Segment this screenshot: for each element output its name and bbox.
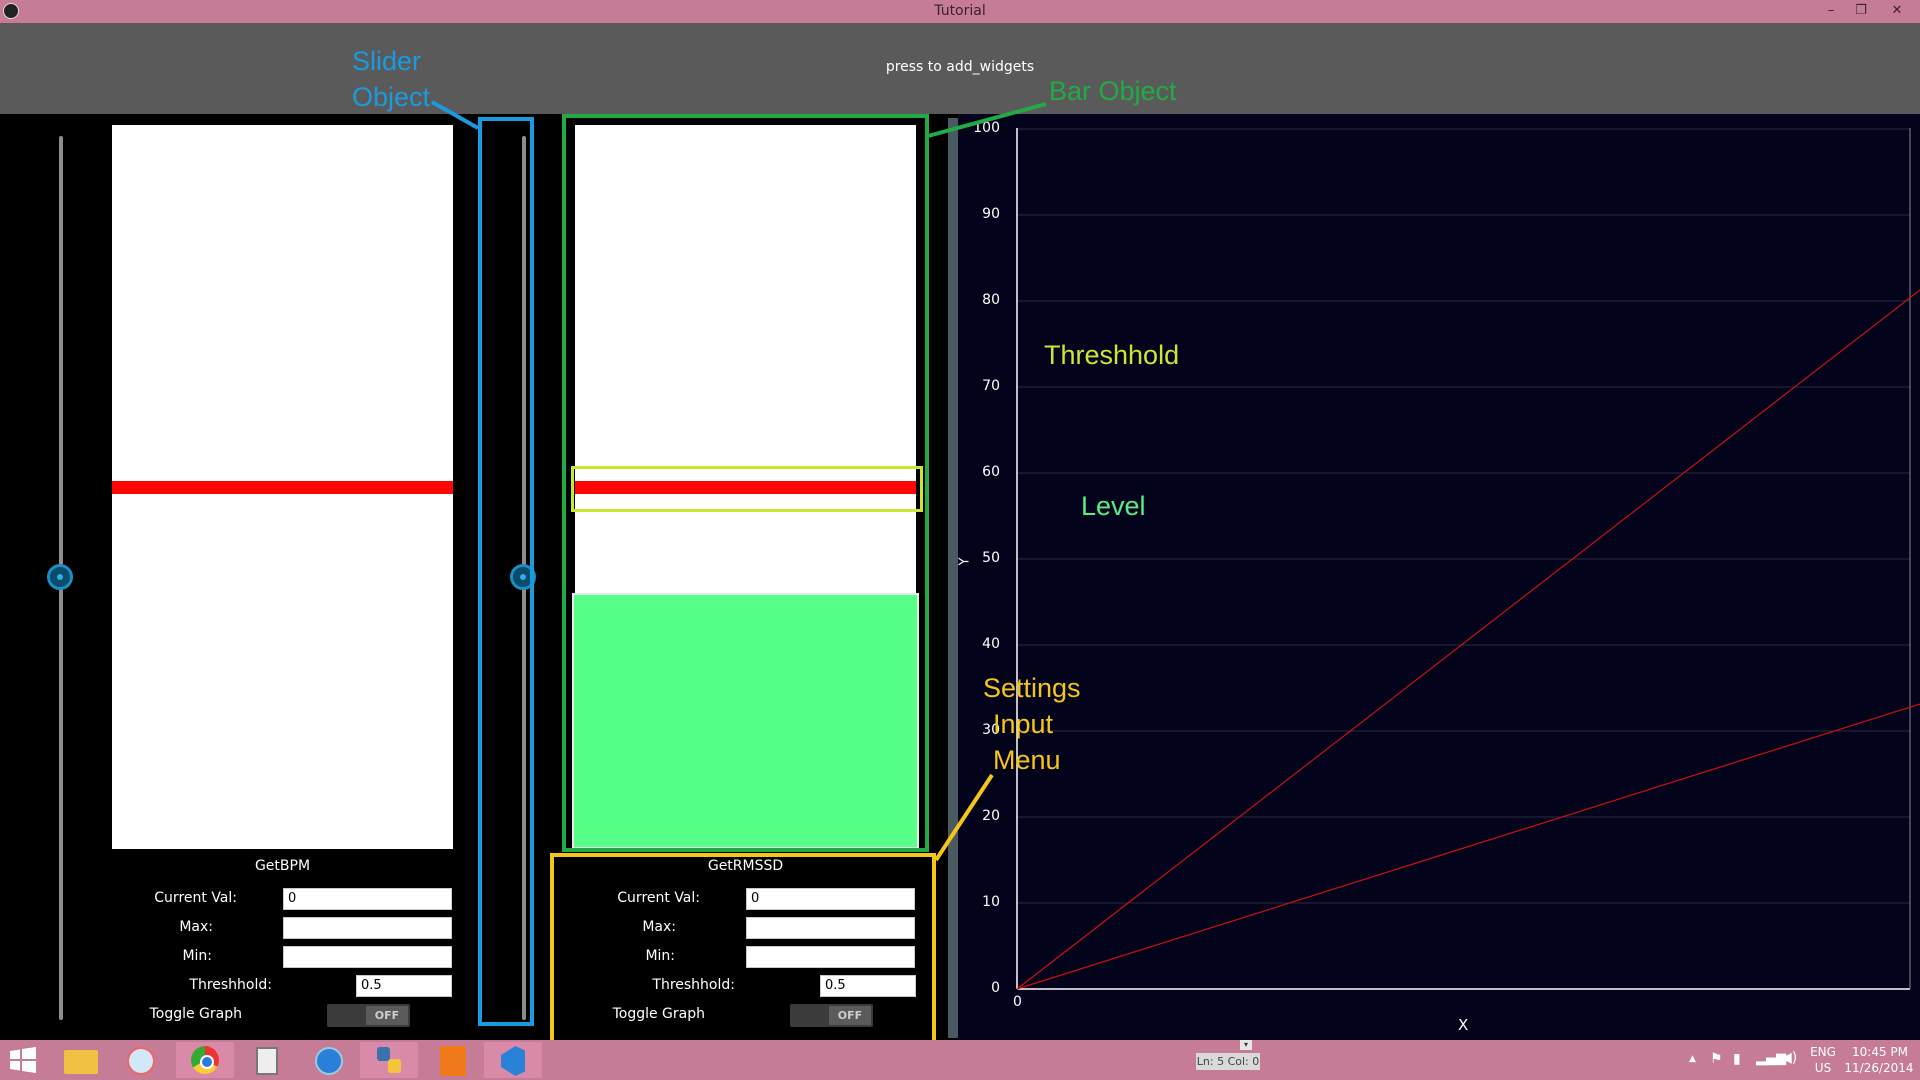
clock-date[interactable]: 11/26/2014 [1840, 1061, 1918, 1075]
threshold-annotation-label: Threshhold [1044, 340, 1180, 370]
threshold-annotation-box [571, 466, 923, 512]
graph-svg [1016, 128, 1920, 990]
y-tick: 90 [982, 206, 1000, 222]
threshold-input[interactable]: 0.5 [356, 975, 452, 997]
toggle-state: OFF [366, 1006, 408, 1025]
splitter-handle[interactable] [948, 118, 958, 1038]
title-bar: Tutorial – ❐ ✕ [0, 0, 1920, 23]
bpm-bar [112, 125, 453, 849]
current-val-input[interactable]: 0 [283, 888, 452, 910]
editor-status: Ln: 5 Col: 0 [1196, 1053, 1260, 1070]
add-widgets-button[interactable]: press to add_widgets [0, 23, 1920, 114]
window-title: Tutorial [934, 3, 986, 19]
restore-button[interactable]: ❐ [1846, 0, 1876, 23]
bpm-threshold-line[interactable] [112, 481, 453, 494]
min-input[interactable] [283, 946, 452, 968]
pdf-icon[interactable] [424, 1042, 482, 1078]
action-center-flag-icon[interactable]: ⚑ [1710, 1051, 1723, 1067]
y-tick: 0 [991, 980, 1000, 996]
file-explorer-icon[interactable] [52, 1042, 110, 1078]
region-indicator[interactable]: US [1810, 1061, 1836, 1075]
browser-globe-icon[interactable] [300, 1042, 358, 1078]
max-input[interactable] [283, 917, 452, 939]
slider-annotation-box [478, 117, 534, 1026]
clock-time[interactable]: 10:45 PM [1846, 1045, 1914, 1059]
bpm-slider-knob[interactable] [47, 564, 73, 590]
volume-icon[interactable]: ◀) [1781, 1050, 1797, 1066]
windows-start-icon[interactable] [8, 1046, 38, 1074]
slider-annotation-line1: Slider [352, 46, 422, 76]
graph-panel: 100 90 80 70 60 50 40 30 20 10 0 0 X Y [957, 114, 1920, 1040]
add-widgets-label: press to add_widgets [885, 59, 1035, 75]
y-tick: 80 [982, 292, 1000, 308]
app-icon [3, 3, 19, 19]
calculator-icon[interactable] [238, 1042, 296, 1078]
x-tick: 0 [1013, 994, 1022, 1010]
y-tick: 40 [982, 636, 1000, 652]
level-annotation-label: Level [1081, 491, 1146, 521]
threshold-label: Threshhold: [189, 977, 272, 993]
visual-studio-icon[interactable] [484, 1042, 542, 1078]
close-button[interactable]: ✕ [1882, 0, 1912, 23]
scroll-down-icon[interactable]: ▾ [1240, 1040, 1252, 1050]
settings-annotation-line1: Settings [983, 673, 1081, 703]
chrome-icon[interactable] [176, 1042, 234, 1078]
y-tick: 100 [973, 120, 1000, 136]
slider-annotation-line2: Object [352, 82, 431, 112]
y-tick: 70 [982, 378, 1000, 394]
power-icon[interactable]: ▮ [1733, 1051, 1741, 1067]
settings-annotation-line3: Menu [993, 745, 1061, 775]
toggle-graph-switch[interactable]: OFF [327, 1004, 410, 1027]
language-indicator[interactable]: ENG [1810, 1045, 1836, 1059]
toggle-graph-label: Toggle Graph [149, 1006, 242, 1022]
min-label: Min: [182, 948, 212, 964]
graph-line-1 [1016, 289, 1920, 990]
y-tick: 20 [982, 808, 1000, 824]
settings-annotation-line2: Input [993, 709, 1054, 739]
show-hidden-icons-icon[interactable]: ▲ [1689, 1054, 1696, 1064]
max-label: Max: [179, 919, 213, 935]
paint-icon[interactable] [113, 1042, 171, 1078]
minimize-button[interactable]: – [1816, 0, 1846, 23]
y-tick: 60 [982, 464, 1000, 480]
current-val-label: Current Val: [154, 890, 237, 906]
y-tick: 10 [982, 894, 1000, 910]
x-axis-label: X [1458, 1016, 1469, 1034]
y-axis-label: Y [957, 557, 973, 566]
settings-annotation-box [550, 853, 936, 1046]
graph-line-2 [1016, 703, 1920, 990]
bpm-widget-title: GetBPM [254, 858, 311, 874]
python-icon[interactable] [360, 1042, 418, 1078]
bar-annotation-label: Bar Object [1049, 76, 1177, 106]
